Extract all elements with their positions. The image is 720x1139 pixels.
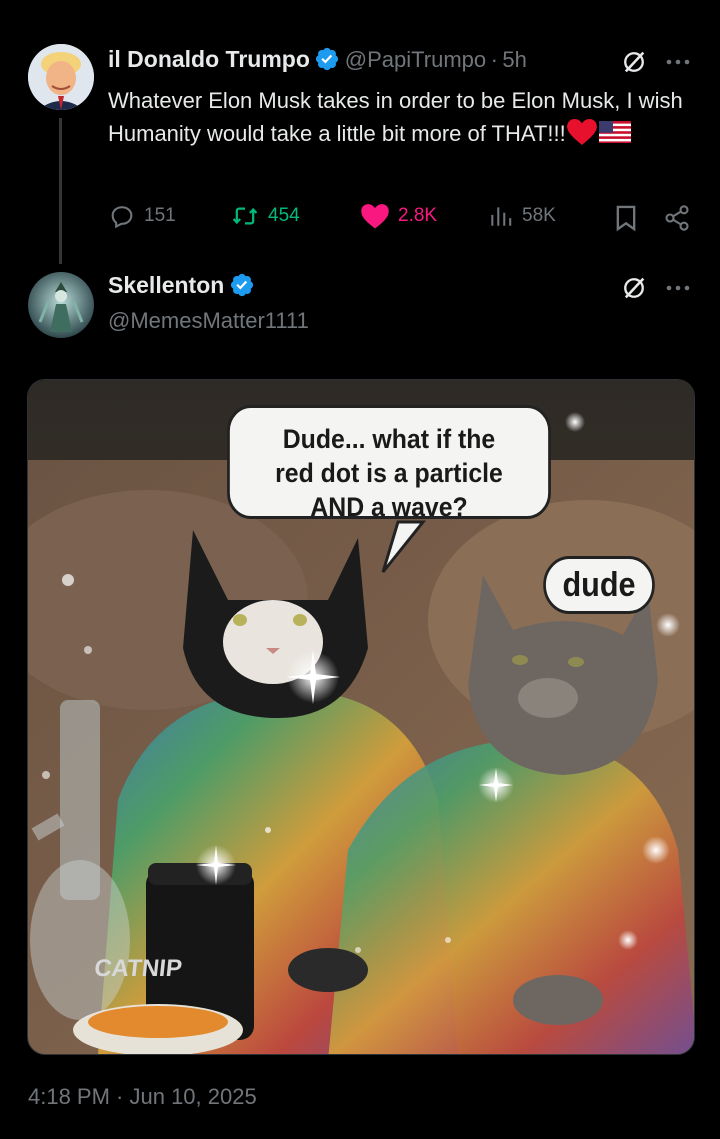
author-handle[interactable]: @PapiTrumpo <box>345 47 486 72</box>
grok-icon[interactable] <box>618 272 650 304</box>
views-count: 58K <box>522 205 556 226</box>
post-time[interactable]: 5h <box>502 47 526 72</box>
repost-icon <box>232 207 258 225</box>
reply-icon <box>111 206 133 229</box>
repost-button[interactable]: 454 <box>230 202 300 230</box>
speech-bubble-2: dude <box>543 556 655 614</box>
reply-author-handle[interactable]: @MemesMatter1111 <box>108 308 309 334</box>
reply-count: 151 <box>144 205 176 226</box>
jar-label: CATNIP <box>93 955 183 982</box>
dot-separator: · <box>490 47 498 72</box>
heart-emoji-icon <box>566 119 597 154</box>
thread-connector <box>59 118 62 264</box>
bookmark-icon[interactable] <box>610 202 642 234</box>
more-icon[interactable] <box>660 272 696 304</box>
verified-badge-icon <box>229 272 255 298</box>
views-button[interactable]: 58K <box>488 202 556 230</box>
verified-badge-icon <box>314 46 340 72</box>
post-text: Whatever Elon Musk takes in order to be … <box>108 84 698 154</box>
author-name[interactable]: il Donaldo Trumpo <box>108 46 310 72</box>
post-timestamp[interactable]: 4:18 PM · Jun 10, 2025 <box>28 1084 257 1110</box>
views-icon <box>491 207 512 226</box>
grok-icon[interactable] <box>618 46 650 78</box>
like-icon <box>361 204 389 229</box>
avatar-image <box>28 44 94 110</box>
speech-bubble-1-text: Dude... what if the red dot is a particl… <box>275 424 503 522</box>
avatar-image <box>28 272 94 338</box>
avatar-skellenton[interactable] <box>28 272 94 338</box>
more-icon[interactable] <box>660 46 696 78</box>
reply-header-name: Skellenton <box>108 272 255 299</box>
reply-button[interactable]: 151 <box>108 202 176 230</box>
avatar-donaldo[interactable] <box>28 44 94 110</box>
us-flag-emoji-icon <box>598 119 631 152</box>
reply-author-name[interactable]: Skellenton <box>108 272 224 298</box>
like-button[interactable]: 2.8K <box>360 202 437 230</box>
speech-bubble-2-text: dude <box>562 566 636 604</box>
speech-bubble-1: Dude... what if the red dot is a particl… <box>227 405 551 522</box>
like-count: 2.8K <box>398 205 438 226</box>
share-icon[interactable] <box>660 202 694 234</box>
repost-count: 454 <box>268 205 300 226</box>
post-header: il Donaldo Trumpo @PapiTrumpo · 5h <box>108 46 527 73</box>
